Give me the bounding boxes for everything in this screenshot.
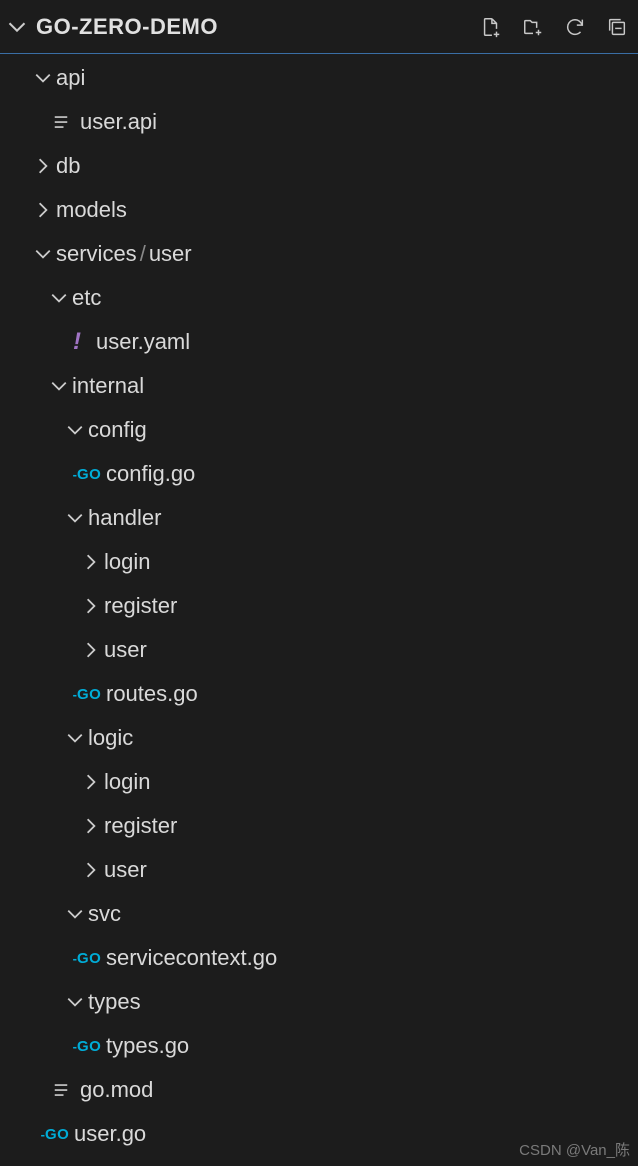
file-config-go[interactable]: -GO config.go — [0, 452, 638, 496]
folder-label: internal — [72, 373, 144, 399]
project-title: GO-ZERO-DEMO — [36, 14, 218, 40]
folder-label: etc — [72, 285, 101, 311]
folder-config[interactable]: config — [0, 408, 638, 452]
folder-etc[interactable]: etc — [0, 276, 638, 320]
chevron-right-icon — [78, 641, 104, 659]
chevron-down-icon — [62, 509, 88, 527]
new-folder-icon[interactable] — [522, 16, 544, 38]
chevron-down-icon — [46, 289, 72, 307]
file-label: routes.go — [106, 681, 198, 707]
file-servicecontext-go[interactable]: -GO servicecontext.go — [0, 936, 638, 980]
chevron-down-icon — [30, 69, 56, 87]
watermark: CSDN @Van_陈 — [519, 1139, 630, 1160]
file-label: types.go — [106, 1033, 189, 1059]
chevron-down-icon — [62, 729, 88, 747]
chevron-down-icon — [46, 377, 72, 395]
chevron-right-icon — [30, 157, 56, 175]
folder-handler[interactable]: handler — [0, 496, 638, 540]
file-label: go.mod — [80, 1077, 153, 1103]
chevron-right-icon — [78, 553, 104, 571]
folder-label: models — [56, 197, 127, 223]
chevron-down-icon — [62, 993, 88, 1011]
folder-label: user — [104, 637, 147, 663]
go-file-icon: -GO — [74, 950, 100, 967]
folder-handler-register[interactable]: register — [0, 584, 638, 628]
header-actions — [480, 16, 628, 38]
collapse-all-icon[interactable] — [606, 16, 628, 38]
folder-handler-user[interactable]: user — [0, 628, 638, 672]
folder-types[interactable]: types — [0, 980, 638, 1024]
file-label: user.yaml — [96, 329, 190, 355]
file-tree: api user.api db models services/user etc… — [0, 54, 638, 1156]
go-file-icon: -GO — [74, 466, 100, 483]
folder-handler-login[interactable]: login — [0, 540, 638, 584]
chevron-right-icon — [78, 597, 104, 615]
chevron-down-icon — [62, 421, 88, 439]
folder-label: config — [88, 417, 147, 443]
file-label: config.go — [106, 461, 195, 487]
file-routes-go[interactable]: -GO routes.go — [0, 672, 638, 716]
folder-logic[interactable]: logic — [0, 716, 638, 760]
go-file-icon: -GO — [74, 1038, 100, 1055]
folder-svc[interactable]: svc — [0, 892, 638, 936]
text-file-icon — [48, 112, 74, 132]
folder-logic-user[interactable]: user — [0, 848, 638, 892]
explorer-header: GO-ZERO-DEMO — [0, 0, 638, 54]
chevron-right-icon — [78, 861, 104, 879]
folder-label: register — [104, 813, 177, 839]
folder-logic-login[interactable]: login — [0, 760, 638, 804]
folder-api[interactable]: api — [0, 56, 638, 100]
file-label: servicecontext.go — [106, 945, 277, 971]
go-file-icon: -GO — [74, 686, 100, 703]
folder-label: types — [88, 989, 141, 1015]
new-file-icon[interactable] — [480, 16, 502, 38]
yaml-file-icon: ! — [64, 328, 90, 356]
folder-label: handler — [88, 505, 161, 531]
folder-label: svc — [88, 901, 121, 927]
refresh-icon[interactable] — [564, 16, 586, 38]
file-user-api[interactable]: user.api — [0, 100, 638, 144]
chevron-down-icon — [62, 905, 88, 923]
folder-db[interactable]: db — [0, 144, 638, 188]
folder-label: user — [104, 857, 147, 883]
folder-label: register — [104, 593, 177, 619]
chevron-right-icon — [78, 817, 104, 835]
file-label: user.api — [80, 109, 157, 135]
folder-label: db — [56, 153, 80, 179]
folder-logic-register[interactable]: register — [0, 804, 638, 848]
file-label: user.go — [74, 1121, 146, 1147]
folder-label: api — [56, 65, 85, 91]
chevron-down-icon[interactable] — [6, 16, 28, 38]
file-user-yaml[interactable]: ! user.yaml — [0, 320, 638, 364]
folder-internal[interactable]: internal — [0, 364, 638, 408]
folder-models[interactable]: models — [0, 188, 638, 232]
text-file-icon — [48, 1080, 74, 1100]
chevron-down-icon — [30, 245, 56, 263]
file-types-go[interactable]: -GO types.go — [0, 1024, 638, 1068]
folder-label: login — [104, 769, 150, 795]
go-file-icon: -GO — [42, 1126, 68, 1143]
chevron-right-icon — [30, 201, 56, 219]
folder-label: logic — [88, 725, 133, 751]
folder-label: services/user — [56, 241, 192, 267]
folder-label: login — [104, 549, 150, 575]
chevron-right-icon — [78, 773, 104, 791]
folder-services-user[interactable]: services/user — [0, 232, 638, 276]
file-go-mod[interactable]: go.mod — [0, 1068, 638, 1112]
